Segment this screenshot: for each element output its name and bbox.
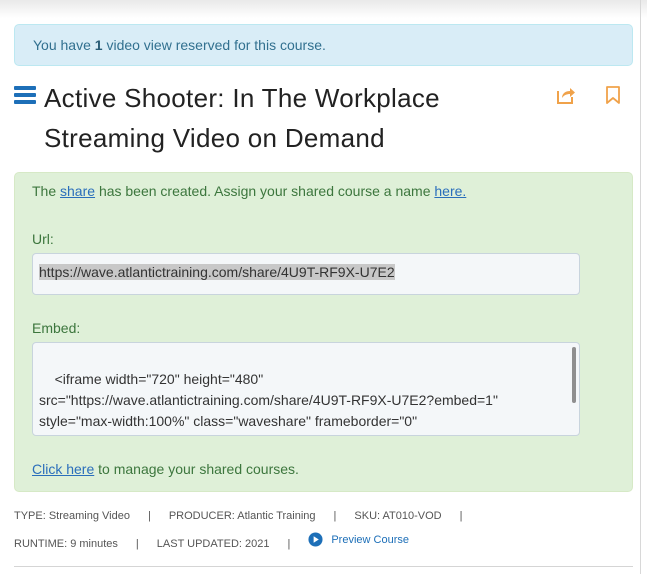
share-link[interactable]: share bbox=[60, 183, 95, 199]
hamburger-menu-icon[interactable] bbox=[14, 86, 36, 104]
manage-suffix: to manage your shared courses. bbox=[98, 461, 299, 477]
views-reserved-notice: You have 1 video view reserved for this … bbox=[14, 24, 633, 66]
notice-suffix: video view reserved for this course. bbox=[106, 37, 326, 53]
manage-shares-message: Click here to manage your shared courses… bbox=[32, 461, 299, 477]
meta-producer: PRODUCER: Atlantic Training bbox=[168, 510, 316, 522]
name-here-link[interactable]: here. bbox=[434, 183, 466, 199]
embed-label: Embed: bbox=[32, 320, 81, 336]
meta-type: TYPE: Streaming Video bbox=[14, 510, 130, 522]
meta-separator: | bbox=[333, 510, 337, 522]
notice-count: 1 bbox=[94, 37, 103, 53]
msg-prefix: The bbox=[32, 183, 57, 199]
msg-middle: has been created. Assign your shared cou… bbox=[98, 183, 431, 199]
title-line1: Active Shooter: In The Workplace bbox=[44, 83, 440, 113]
play-circle-icon bbox=[308, 532, 323, 547]
meta-runtime: RUNTIME: 9 minutes bbox=[14, 538, 118, 550]
manage-shares-link[interactable]: Click here bbox=[32, 461, 94, 477]
share-url-value: https://wave.atlantictraining.com/share/… bbox=[39, 264, 395, 280]
meta-separator: | bbox=[287, 538, 291, 550]
meta-separator: | bbox=[459, 510, 463, 522]
embed-scrollbar[interactable] bbox=[572, 347, 576, 403]
embed-code-textarea[interactable]: <iframe width="720" height="480" src="ht… bbox=[32, 342, 580, 436]
share-url-field[interactable]: https://wave.atlantictraining.com/share/… bbox=[32, 253, 580, 295]
meta-separator: | bbox=[147, 510, 151, 522]
page-border bbox=[640, 0, 641, 574]
meta-last-updated: LAST UPDATED: 2021 bbox=[156, 538, 270, 550]
share-created-panel: The share has been created. Assign your … bbox=[14, 172, 633, 492]
share-icon[interactable] bbox=[556, 85, 576, 105]
url-label: Url: bbox=[32, 231, 54, 247]
bookmark-icon[interactable] bbox=[605, 86, 621, 104]
course-meta-row1: TYPE: Streaming Video | PRODUCER: Atlantic… bbox=[14, 510, 480, 522]
notice-prefix: You have bbox=[33, 37, 91, 53]
share-message: The share has been created. Assign your … bbox=[32, 183, 466, 199]
preview-course-label: Preview Course bbox=[331, 533, 409, 546]
preview-course-link[interactable]: Preview Course bbox=[308, 532, 409, 547]
divider bbox=[14, 566, 633, 567]
title-line2: Streaming Video on Demand bbox=[44, 123, 385, 153]
course-meta-row2: RUNTIME: 9 minutes | LAST UPDATED: 2021 | Pr… bbox=[14, 532, 409, 550]
embed-code-value: <iframe width="720" height="480" src="ht… bbox=[39, 371, 498, 435]
page-title: Active Shooter: In The Workplace Streami… bbox=[44, 78, 524, 158]
meta-separator: | bbox=[135, 538, 139, 550]
top-shadow bbox=[0, 0, 647, 18]
meta-sku: SKU: AT010-VOD bbox=[354, 510, 442, 522]
